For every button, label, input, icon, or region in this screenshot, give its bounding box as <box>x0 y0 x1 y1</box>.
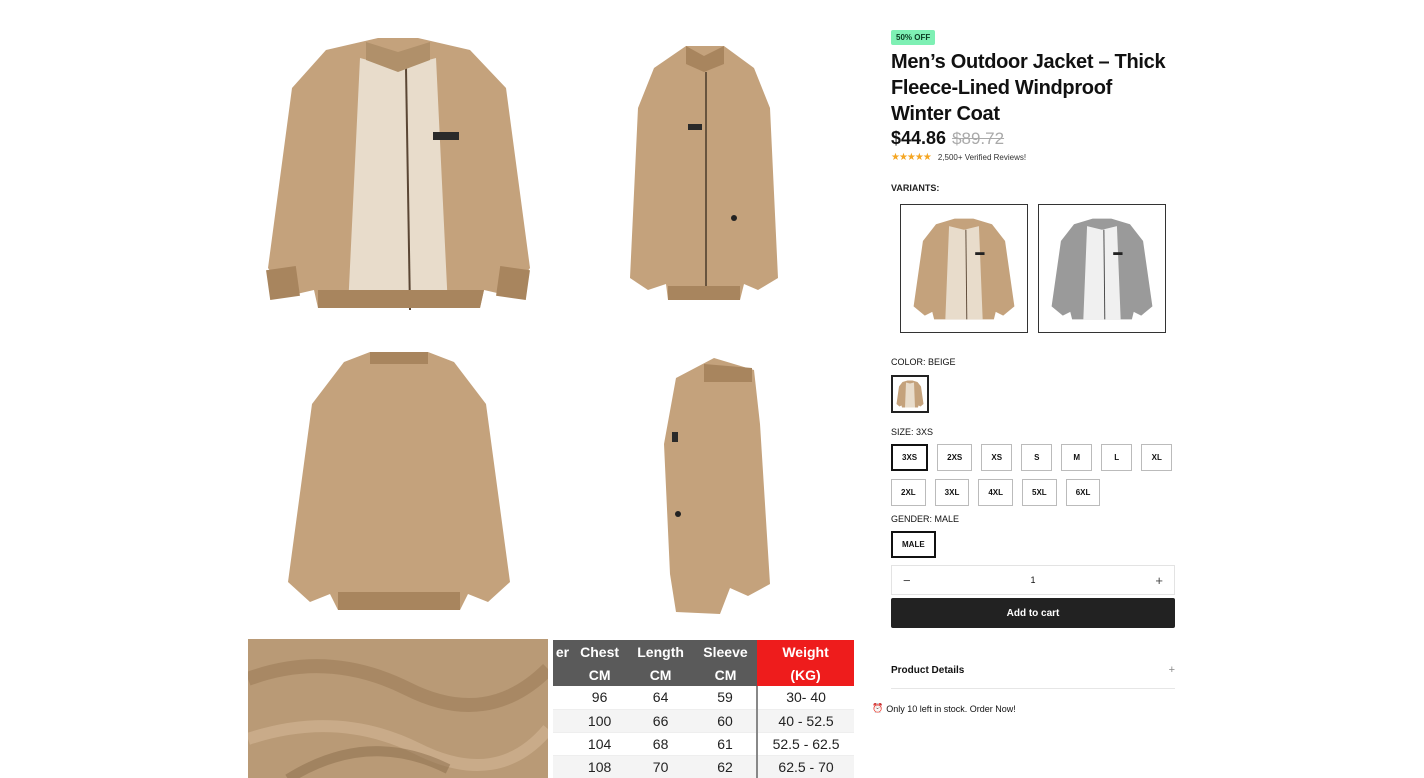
review-count[interactable]: 2,500+ Verified Reviews! <box>938 153 1026 162</box>
table-cell: 68 <box>627 732 694 756</box>
star-rating-icon: ★★★★★ <box>891 152 932 163</box>
table-row: 108 70 62 62.5 - 70 <box>553 755 854 778</box>
quantity-value[interactable]: 1 <box>1030 575 1035 585</box>
product-details-toggle[interactable]: Product Details + <box>891 652 1175 689</box>
jacket-open-image <box>266 38 530 311</box>
table-cell <box>553 755 572 778</box>
table-row: 104 68 61 52.5 - 62.5 <box>553 732 854 756</box>
size-chart-unit: CM <box>627 663 694 686</box>
beige-jacket-thumbnail <box>913 218 1015 319</box>
increase-quantity-button[interactable]: + <box>1155 573 1163 588</box>
table-row: 96 64 59 30- 40 <box>553 686 854 710</box>
product-gallery: er Chest Length Sleeve Weight CM CM CM (… <box>248 28 854 778</box>
decrease-quantity-button[interactable]: − <box>903 573 911 588</box>
variant-beige[interactable] <box>900 204 1028 333</box>
table-cell: 96 <box>571 686 628 710</box>
jacket-side-image <box>664 358 770 614</box>
table-row: 100 66 60 40 - 52.5 <box>553 709 854 733</box>
current-price: $44.86 <box>891 128 947 148</box>
size-options: 3XS 2XS XS S M L XL 2XL 3XL 4XL 5XL 6XL <box>891 444 1175 506</box>
size-option[interactable]: XL <box>1141 444 1173 471</box>
table-cell <box>553 709 572 733</box>
size-option[interactable]: 2XL <box>891 479 926 506</box>
size-option[interactable]: 4XL <box>978 479 1014 506</box>
size-chart-header: Chest <box>571 640 628 663</box>
stock-notice: ⏰ Only 10 left in stock. Order Now! <box>872 703 1016 714</box>
table-cell: 64 <box>627 686 694 710</box>
beige-swatch-image <box>896 380 924 408</box>
size-option[interactable]: 3XL <box>934 479 970 506</box>
product-title: Men’s Outdoor Jacket – Thick Fleece-Line… <box>891 51 1166 125</box>
size-option[interactable]: XS <box>981 444 1013 471</box>
size-chart-unit: (KG) <box>757 663 854 686</box>
stock-text: Only 10 left in stock. Order Now! <box>886 703 1016 714</box>
discount-badge: 50% OFF <box>891 30 936 45</box>
gallery-image-side[interactable] <box>554 334 854 634</box>
size-chart-table: er Chest Length Sleeve Weight CM CM CM (… <box>553 640 854 778</box>
fabric-texture-image <box>248 639 548 778</box>
gallery-image-size-chart[interactable]: er Chest Length Sleeve Weight CM CM CM (… <box>553 640 854 778</box>
gallery-image-back[interactable] <box>248 334 548 634</box>
gender-label: GENDER: MALE <box>891 514 960 524</box>
table-cell: 30- 40 <box>756 686 854 710</box>
size-label: SIZE: 3XS <box>891 427 934 437</box>
size-chart-header: Length <box>627 640 694 663</box>
table-cell: 108 <box>571 755 628 778</box>
gallery-image-front-open[interactable] <box>248 28 548 328</box>
size-chart-unit <box>553 663 572 686</box>
size-chart-header: Weight <box>757 640 854 663</box>
price-row: $44.86 $89.72 <box>891 128 1175 149</box>
product-info-panel: 50% OFF Men’s Outdoor Jacket – Thick Fle… <box>891 27 1175 689</box>
table-cell: 66 <box>627 709 694 733</box>
alarm-clock-icon: ⏰ <box>872 703 884 713</box>
color-swatch-beige[interactable] <box>891 375 929 413</box>
gray-jacket-thumbnail <box>1051 218 1153 319</box>
size-chart-unit: CM <box>693 663 758 686</box>
table-cell: 100 <box>571 709 628 733</box>
table-cell: 60 <box>693 709 758 733</box>
table-cell <box>553 732 572 756</box>
variants-label: VARIANTS: <box>891 183 940 193</box>
table-cell: 70 <box>627 755 694 778</box>
table-cell: 104 <box>571 732 628 756</box>
size-option[interactable]: S <box>1021 444 1053 471</box>
jacket-closed-image <box>630 46 778 300</box>
table-cell: 52.5 - 62.5 <box>756 732 854 756</box>
table-cell: 62 <box>693 755 758 778</box>
jacket-back-image <box>288 352 510 610</box>
size-chart-unit: CM <box>571 663 628 686</box>
variant-selector <box>900 204 1175 333</box>
size-chart-header: er <box>553 640 572 663</box>
size-option[interactable]: 3XS <box>891 444 929 471</box>
table-cell: 62.5 - 70 <box>756 755 854 778</box>
color-label: COLOR: BEIGE <box>891 357 956 367</box>
table-cell: 61 <box>693 732 758 756</box>
gallery-image-fabric[interactable] <box>248 639 548 778</box>
table-cell <box>553 686 572 710</box>
gallery-image-front-closed[interactable] <box>554 28 854 328</box>
add-to-cart-button[interactable]: Add to cart <box>891 598 1175 628</box>
table-cell: 40 - 52.5 <box>756 709 854 733</box>
variant-gray[interactable] <box>1038 204 1166 333</box>
size-option[interactable]: 5XL <box>1022 479 1057 506</box>
size-option[interactable]: 2XS <box>937 444 973 471</box>
size-option[interactable]: M <box>1061 444 1093 471</box>
quantity-stepper: − 1 + <box>891 565 1175 595</box>
size-option[interactable]: L <box>1101 444 1133 471</box>
original-price: $89.72 <box>952 129 1005 148</box>
size-chart-units-row: CM CM CM (KG) <box>553 663 854 686</box>
expand-icon: + <box>1168 664 1175 676</box>
size-option[interactable]: 6XL <box>1065 479 1101 506</box>
gender-option-male[interactable]: MALE <box>891 531 936 558</box>
product-details-label: Product Details <box>891 664 965 676</box>
table-cell: 59 <box>693 686 758 710</box>
rating-row: ★★★★★ 2,500+ Verified Reviews! <box>891 152 1175 163</box>
size-chart-header: Sleeve <box>693 640 758 663</box>
size-chart-header-row: er Chest Length Sleeve Weight <box>553 640 854 663</box>
